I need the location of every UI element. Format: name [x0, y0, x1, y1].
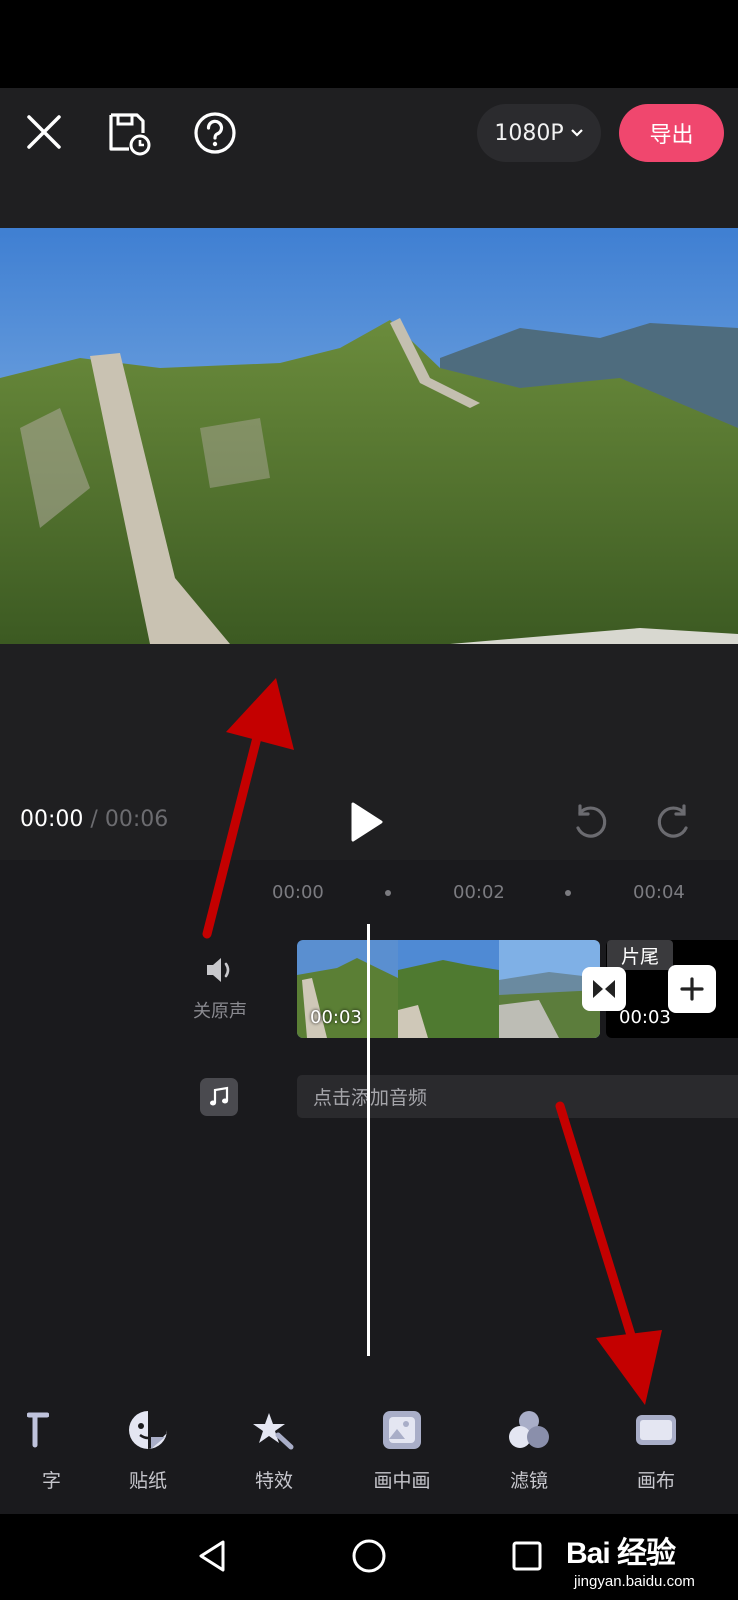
- speaker-icon: [207, 958, 230, 982]
- play-icon[interactable]: [344, 800, 388, 844]
- plus-icon: [680, 977, 704, 1001]
- add-audio-label: 点击添加音频: [313, 1087, 428, 1109]
- mute-label: 关原声: [193, 1001, 247, 1022]
- redo-icon[interactable]: [652, 800, 696, 844]
- text-icon: [0, 1408, 77, 1452]
- status-bar: [0, 0, 738, 88]
- clip-thumbnail: [398, 940, 499, 1038]
- toolbar-item-text[interactable]: 字: [0, 1408, 77, 1493]
- recents-icon[interactable]: [508, 1537, 546, 1575]
- toolbar-label: 特效: [254, 1470, 293, 1492]
- filter-icon: [484, 1408, 574, 1452]
- undo-icon[interactable]: [568, 800, 612, 844]
- toolbar-label: 画中画: [373, 1470, 431, 1492]
- transition-button[interactable]: [582, 967, 626, 1011]
- toolbar-item-picture-in-picture[interactable]: 画中画: [357, 1408, 447, 1493]
- current-time: 00:00: [20, 807, 84, 832]
- time-display: 00:00 / 00:06: [20, 807, 168, 832]
- watermark-sub: jingyan.baidu.com: [574, 1573, 695, 1590]
- video-preview-image[interactable]: [0, 228, 738, 644]
- toolbar-label: 贴纸: [128, 1470, 167, 1492]
- ruler-label: 00:00: [272, 882, 324, 903]
- ruler-dot: [565, 890, 571, 896]
- music-icon[interactable]: [200, 1078, 238, 1116]
- time-separator: /: [90, 807, 98, 832]
- export-label: 导出: [649, 123, 694, 148]
- toolbar-item-canvas[interactable]: 画布: [611, 1408, 701, 1493]
- picture-in-picture-icon: [357, 1408, 447, 1452]
- clip-duration: 00:03: [310, 1007, 362, 1028]
- toolbar-label: 滤镜: [509, 1470, 548, 1492]
- total-time: 00:06: [104, 807, 169, 832]
- canvas-icon: [611, 1408, 701, 1452]
- transition-icon: [593, 980, 615, 998]
- effects-icon: [229, 1408, 319, 1452]
- watermark-main: Bai 经验: [566, 1537, 676, 1570]
- chevron-down-icon: [570, 129, 583, 137]
- editor-header: [0, 88, 738, 228]
- ruler-label: 00:04: [633, 882, 685, 903]
- help-icon[interactable]: [192, 110, 238, 156]
- toolbar-item-effects[interactable]: 特效: [229, 1408, 319, 1493]
- end-clip-duration: 00:03: [619, 1007, 671, 1028]
- baidu-jingyan-watermark: Bai 经验 jingyan.baidu.com: [566, 1520, 738, 1600]
- ruler-dot: [385, 890, 391, 896]
- sticker-icon: [103, 1408, 193, 1452]
- add-clip-button[interactable]: [668, 965, 716, 1013]
- ruler-label: 00:02: [453, 882, 505, 903]
- close-icon[interactable]: [22, 110, 66, 154]
- toolbar-item-filter[interactable]: 滤镜: [484, 1408, 574, 1493]
- back-icon[interactable]: [193, 1535, 231, 1577]
- resolution-selector[interactable]: 1080P: [477, 104, 601, 162]
- add-audio-track[interactable]: 点击添加音频: [297, 1075, 738, 1118]
- toolbar-label: 字: [41, 1470, 61, 1492]
- toolbar-item-sticker[interactable]: 贴纸: [103, 1408, 193, 1493]
- export-button[interactable]: 导出: [619, 104, 724, 162]
- mute-original-audio-button[interactable]: 关原声: [180, 955, 260, 1023]
- playhead[interactable]: [367, 924, 370, 1356]
- resolution-label: 1080P: [494, 120, 564, 146]
- home-icon[interactable]: [348, 1535, 390, 1577]
- toolbar-label: 画布: [636, 1470, 675, 1492]
- save-draft-icon[interactable]: [106, 110, 154, 158]
- end-clip-label: 片尾: [607, 940, 673, 970]
